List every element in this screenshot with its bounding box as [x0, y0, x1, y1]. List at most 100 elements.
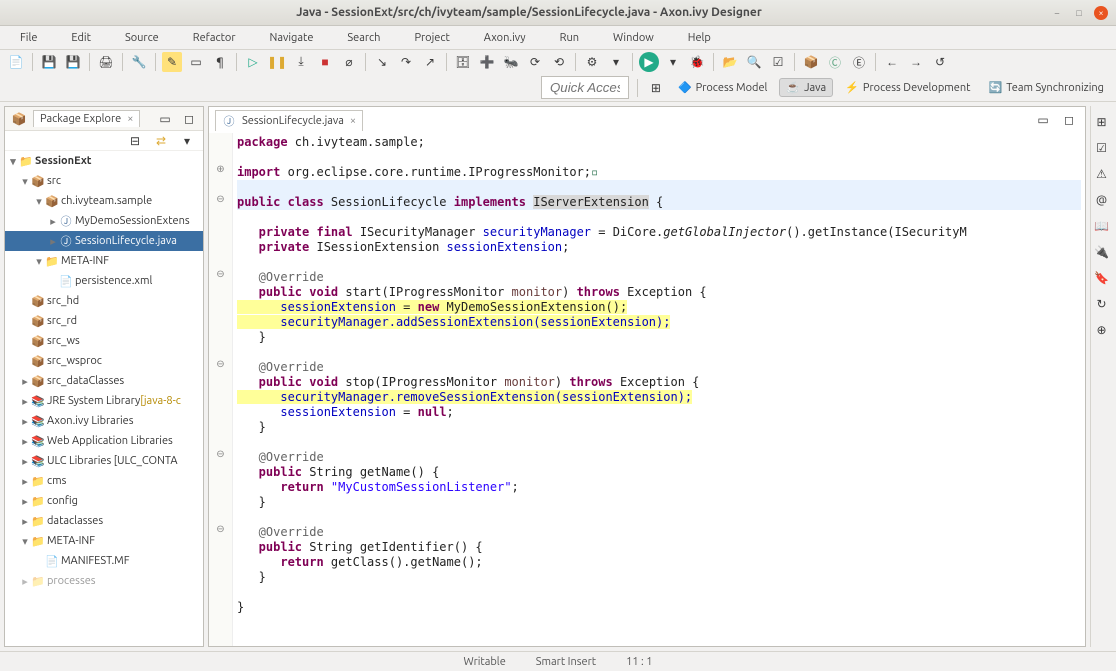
- step-into-button[interactable]: ↘: [372, 52, 392, 72]
- javadoc-icon[interactable]: 📖: [1092, 216, 1112, 236]
- menu-project[interactable]: Project: [398, 30, 465, 46]
- problems-icon[interactable]: ⚠: [1092, 164, 1112, 184]
- debug-disconnect-button[interactable]: ⌀: [339, 52, 359, 72]
- code-editor[interactable]: ⊕ ⊖ ⊖ ⊖ ⊖ ⊖ package ch.ivyteam.sample; i…: [209, 133, 1085, 646]
- build-hier-icon[interactable]: ⊕: [1092, 320, 1112, 340]
- menu-run[interactable]: Run: [544, 30, 595, 46]
- tree-axon-lib[interactable]: ▸📚Axon.ivy Libraries: [5, 411, 203, 431]
- view-menu-icon[interactable]: ▾: [177, 131, 197, 151]
- open-perspective-button[interactable]: ⊞: [646, 78, 666, 98]
- minimize-editor-icon[interactable]: ▭: [1033, 110, 1053, 130]
- save-all-button[interactable]: 💾: [63, 52, 83, 72]
- source-code[interactable]: package ch.ivyteam.sample; import org.ec…: [233, 133, 1085, 646]
- quick-access-input[interactable]: [541, 76, 629, 99]
- perspective-process-dev[interactable]: ⚡ Process Development: [839, 79, 976, 96]
- tree-file-mydemo[interactable]: ▸ⒿMyDemoSessionExtens: [5, 211, 203, 231]
- tree-config[interactable]: ▸📁config: [5, 491, 203, 511]
- tree-file-sessionlifecycle[interactable]: ▸ⒿSessionLifecycle.java: [5, 231, 203, 251]
- tree-src-hd[interactable]: 📦src_hd: [5, 291, 203, 311]
- maximize-editor-icon[interactable]: ◻: [1059, 110, 1079, 130]
- new-server-button[interactable]: 🗄: [453, 52, 473, 72]
- menu-help[interactable]: Help: [672, 30, 727, 46]
- outline-icon[interactable]: ⊞: [1092, 112, 1112, 132]
- refresh-button[interactable]: ⟳: [525, 52, 545, 72]
- close-editor-tab-icon[interactable]: ×: [350, 115, 356, 127]
- engine-dropdown[interactable]: ▾: [606, 52, 626, 72]
- tree-processes[interactable]: ▸📁processes: [5, 571, 203, 591]
- package-explorer-tab[interactable]: Package Explore ×: [33, 110, 140, 127]
- declaration-icon[interactable]: @: [1092, 190, 1112, 210]
- new-package-button[interactable]: 📦: [801, 52, 821, 72]
- editor-tab[interactable]: ⒿSessionLifecycle.java ×: [215, 110, 363, 131]
- step-return-button[interactable]: ↗: [420, 52, 440, 72]
- build-button[interactable]: 🔧: [129, 52, 149, 72]
- minimize-view-icon[interactable]: ▭: [155, 109, 175, 129]
- tree-src-ws[interactable]: 📦src_ws: [5, 331, 203, 351]
- link-editor-icon[interactable]: ⇄: [151, 131, 171, 151]
- debug-resume-button[interactable]: ▷: [243, 52, 263, 72]
- tree-manifest[interactable]: 📄MANIFEST.MF: [5, 551, 203, 571]
- tree-src-rd[interactable]: 📦src_rd: [5, 311, 203, 331]
- minimize-button[interactable]: –: [1050, 6, 1064, 20]
- perspective-process-model[interactable]: 🔷 Process Model: [672, 79, 773, 96]
- menu-navigate[interactable]: Navigate: [254, 30, 330, 46]
- tree-dataclasses[interactable]: ▸📁dataclasses: [5, 511, 203, 531]
- menu-search[interactable]: Search: [331, 30, 396, 46]
- debug-step-button[interactable]: ⤓: [291, 52, 311, 72]
- menu-file[interactable]: File: [4, 30, 53, 46]
- run-button[interactable]: ▶: [639, 52, 659, 72]
- ant-run-button[interactable]: 🐜: [501, 52, 521, 72]
- perspective-team-sync[interactable]: 🔄 Team Synchronizing: [982, 79, 1110, 96]
- open-type-button[interactable]: 📂: [720, 52, 740, 72]
- tree-web-lib[interactable]: ▸📚Web Application Libraries: [5, 431, 203, 451]
- debug-terminate-button[interactable]: ■: [315, 52, 335, 72]
- menu-axon[interactable]: Axon.ivy: [468, 30, 542, 46]
- tree-cms[interactable]: ▸📁cms: [5, 471, 203, 491]
- tree-src-wsproc[interactable]: 📦src_wsproc: [5, 351, 203, 371]
- tree-metainf2[interactable]: ▾📁META-INF: [5, 531, 203, 551]
- collapse-all-icon[interactable]: ⊟: [125, 131, 145, 151]
- toggle-highlight-button[interactable]: ✎: [162, 52, 182, 72]
- run-dropdown[interactable]: ▾: [663, 52, 683, 72]
- save-button[interactable]: 💾: [39, 52, 59, 72]
- forward-button[interactable]: →: [906, 52, 926, 72]
- menu-edit[interactable]: Edit: [55, 30, 107, 46]
- close-tab-icon[interactable]: ×: [127, 113, 133, 125]
- engine-button[interactable]: ⚙: [582, 52, 602, 72]
- debug-button[interactable]: 🐞: [687, 52, 707, 72]
- new-enum-button[interactable]: Ⓔ: [849, 52, 869, 72]
- block-select-button[interactable]: ▭: [186, 52, 206, 72]
- open-task-button[interactable]: ☑: [768, 52, 788, 72]
- tree-src[interactable]: ▾📦src: [5, 171, 203, 191]
- tree-ulc-lib[interactable]: ▸📚ULC Libraries [ULC_CONTA: [5, 451, 203, 471]
- new-class-button[interactable]: Ⓒ: [825, 52, 845, 72]
- sync-button[interactable]: ⟲: [549, 52, 569, 72]
- new-button[interactable]: 📄: [6, 52, 26, 72]
- debug-suspend-button[interactable]: ❚❚: [267, 52, 287, 72]
- maximize-button[interactable]: □: [1072, 6, 1086, 20]
- history-icon[interactable]: ↻: [1092, 294, 1112, 314]
- perspective-java[interactable]: ☕ Java: [779, 78, 833, 97]
- print-button[interactable]: 🖨: [96, 52, 116, 72]
- tasks-icon[interactable]: ☑: [1092, 138, 1112, 158]
- menu-source[interactable]: Source: [109, 30, 175, 46]
- maximize-view-icon[interactable]: ◻: [179, 109, 199, 129]
- add-deploy-button[interactable]: ➕: [477, 52, 497, 72]
- whitespace-button[interactable]: ¶: [210, 52, 230, 72]
- close-window-button[interactable]: ×: [1094, 6, 1108, 20]
- tree-package[interactable]: ▾📦ch.ivyteam.sample: [5, 191, 203, 211]
- last-edit-button[interactable]: ↺: [930, 52, 950, 72]
- tree-metainf[interactable]: ▾📁META-INF: [5, 251, 203, 271]
- tree-jre[interactable]: ▸📚JRE System Library [java-8-c: [5, 391, 203, 411]
- connect-icon[interactable]: 🔌: [1092, 242, 1112, 262]
- menu-refactor[interactable]: Refactor: [177, 30, 252, 46]
- bookmark-icon[interactable]: 🔖: [1092, 268, 1112, 288]
- menu-window[interactable]: Window: [597, 30, 670, 46]
- tree-persistence[interactable]: 📄persistence.xml: [5, 271, 203, 291]
- back-button[interactable]: ←: [882, 52, 902, 72]
- tree-project[interactable]: ▾📁SessionExt: [5, 151, 203, 171]
- project-tree[interactable]: ▾📁SessionExt ▾📦src ▾📦ch.ivyteam.sample ▸…: [5, 151, 203, 646]
- tree-src-dc[interactable]: ▸📦src_dataClasses: [5, 371, 203, 391]
- step-over-button[interactable]: ↷: [396, 52, 416, 72]
- search-button[interactable]: 🔍: [744, 52, 764, 72]
